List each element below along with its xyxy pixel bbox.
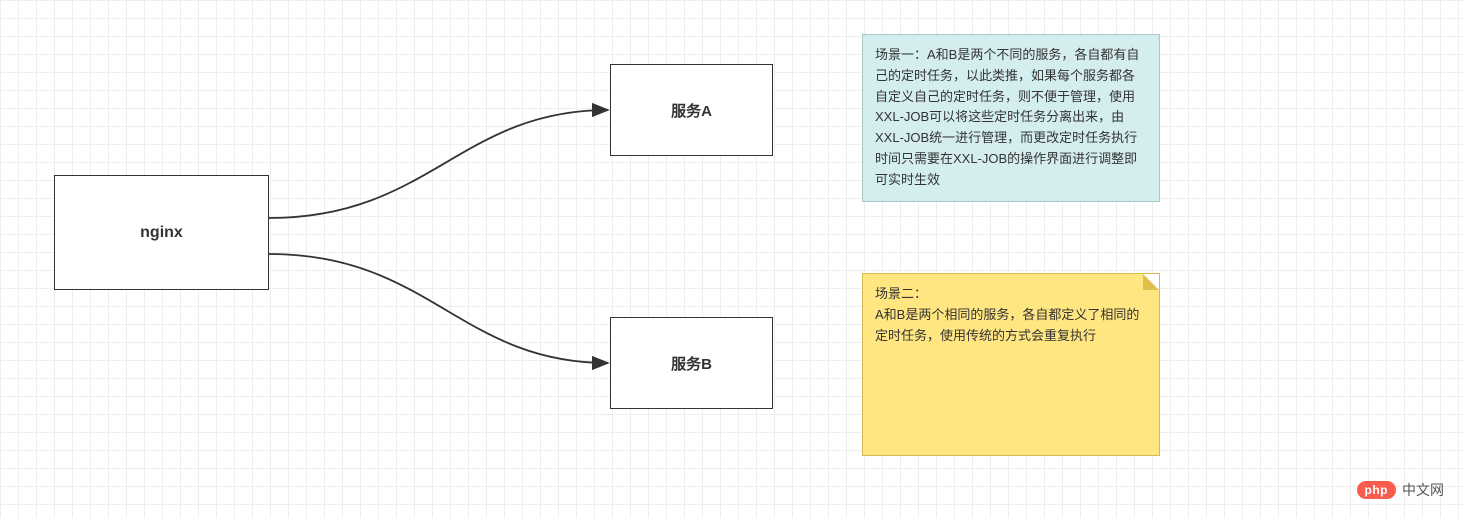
nginx-label: nginx bbox=[140, 224, 183, 242]
logo-pill: php bbox=[1357, 481, 1397, 499]
note-scenario-2-title: 场景二： bbox=[875, 284, 1147, 305]
note-scenario-2-text: A和B是两个相同的服务，各自都定义了相同的定时任务，使用传统的方式会重复执行 bbox=[875, 305, 1147, 347]
note-scenario-2: 场景二： A和B是两个相同的服务，各自都定义了相同的定时任务，使用传统的方式会重… bbox=[862, 273, 1160, 456]
note-scenario-1: 场景一：A和B是两个不同的服务，各自都有自己的定时任务，以此类推，如果每个服务都… bbox=[862, 34, 1160, 202]
note-scenario-1-text: 场景一：A和B是两个不同的服务，各自都有自己的定时任务，以此类推，如果每个服务都… bbox=[875, 47, 1139, 187]
service-b-node: 服务B bbox=[610, 317, 773, 409]
site-watermark: php 中文网 bbox=[1357, 480, 1445, 500]
service-a-node: 服务A bbox=[610, 64, 773, 156]
nginx-node: nginx bbox=[54, 175, 269, 290]
service-b-label: 服务B bbox=[671, 353, 712, 374]
logo-text: 中文网 bbox=[1402, 480, 1444, 500]
service-a-label: 服务A bbox=[671, 100, 712, 121]
